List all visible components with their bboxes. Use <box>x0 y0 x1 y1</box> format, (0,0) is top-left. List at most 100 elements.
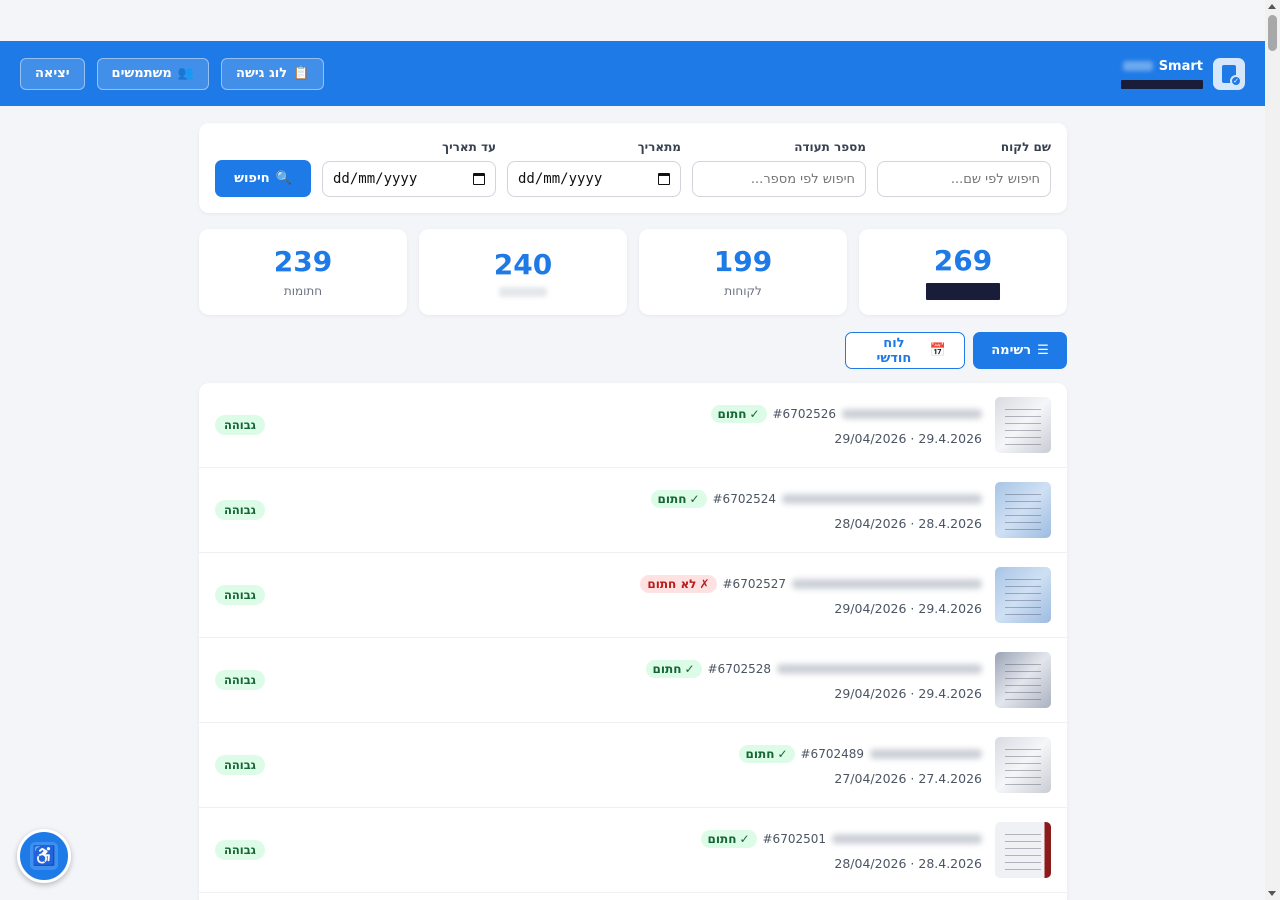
document-header: #6702524 ✓ חתום <box>650 489 982 508</box>
filter-panel: שם לקוח מספר תעודה מתאריך dd/mm/yyyy עד … <box>199 123 1067 213</box>
stat-label: לקוחות <box>724 283 762 298</box>
calendar-icon[interactable] <box>658 173 670 185</box>
status-badge: ✓ חתום <box>650 489 707 508</box>
check-icon: ✓ <box>739 831 750 846</box>
document-info: #6702524 ✓ חתום 28.4.2026 · 28/04/2026 <box>650 489 982 531</box>
scroll-down-arrow-icon[interactable] <box>1268 891 1276 896</box>
customer-name-blurred <box>777 663 982 674</box>
document-number: #6702524 <box>712 491 777 506</box>
document-thumbnail[interactable] <box>995 567 1051 623</box>
document-thumbnail[interactable] <box>995 482 1051 538</box>
view-toggle: ☰ רשימה 📅 לוח חודשי <box>199 332 1067 369</box>
from-date-input[interactable]: dd/mm/yyyy <box>507 161 681 197</box>
stat-value: 199 <box>713 244 773 278</box>
status-badge: ✓ חתום <box>738 744 795 763</box>
list-item[interactable]: #6702526 ✓ חתום 29.4.2026 · 29/04/2026 גב… <box>199 383 1067 468</box>
scroll-thumb[interactable] <box>1268 15 1277 51</box>
document-thumbnail[interactable] <box>995 737 1051 793</box>
list-item[interactable]: #6702527 ✗ לא חתום 29.4.2026 · 29/04/2026… <box>199 553 1067 638</box>
calendar-view-button[interactable]: 📅 לוח חודשי <box>845 332 965 369</box>
users-icon: 👥 <box>177 66 195 81</box>
header-actions: יציאה 👥 משתמשים 📋 לוג גישה <box>20 57 325 90</box>
document-check-icon: ✓ <box>1213 57 1245 90</box>
document-info: #6702528 ✓ חתום 29.4.2026 · 29/04/2026 <box>645 659 982 701</box>
customer-name-input[interactable] <box>877 161 1051 197</box>
list-item[interactable]: #6702524 ✓ חתום 28.4.2026 · 28/04/2026 גב… <box>199 468 1067 553</box>
to-date-label: עד תאריך <box>442 140 496 154</box>
list-item[interactable]: #6702501 ✓ חתום 28.4.2026 · 28/04/2026 גב… <box>199 808 1067 893</box>
document-number: #6702489 <box>800 746 865 761</box>
doc-number-input[interactable] <box>692 161 866 197</box>
access-log-button[interactable]: 📋 לוג גישה <box>221 57 325 90</box>
document-number: #6702528 <box>707 661 772 676</box>
list-item[interactable]: #6702489 ✓ חתום 27.4.2026 · 27/04/2026 גב… <box>199 723 1067 808</box>
brand-subtitle-redacted <box>1121 79 1203 89</box>
priority-badge: גבוהה <box>215 500 265 520</box>
document-thumbnail[interactable] <box>995 822 1051 878</box>
brand-name-blurred <box>1122 61 1153 71</box>
users-button[interactable]: 👥 משתמשים <box>96 57 210 90</box>
priority-badge: גבוהה <box>215 585 265 605</box>
stat-value: 240 <box>493 247 553 281</box>
list-view-label: רשימה <box>991 343 1032 358</box>
stat-card-signed: 239 חתומות <box>199 229 407 315</box>
document-number: #6702527 <box>722 576 787 591</box>
document-info: #6702526 ✓ חתום 29.4.2026 · 29/04/2026 <box>710 404 982 446</box>
calendar-view-label: לוח חודשי <box>876 335 912 366</box>
access-log-label: לוג גישה <box>236 66 288 81</box>
scrollbar[interactable] <box>1265 0 1280 900</box>
clipboard-icon: 📋 <box>293 66 310 81</box>
check-icon: ✓ <box>689 491 700 506</box>
status-badge-text: חתום <box>657 491 687 506</box>
document-date: 28.4.2026 · 28/04/2026 <box>834 515 982 531</box>
document-header: #6702489 ✓ חתום <box>738 744 982 763</box>
stat-card-total: 269 <box>859 229 1067 315</box>
logout-button[interactable]: יציאה <box>20 57 85 90</box>
search-button[interactable]: 🔍 חיפוש <box>215 160 311 197</box>
document-thumbnail[interactable] <box>995 397 1051 453</box>
list-view-button[interactable]: ☰ רשימה <box>973 332 1067 369</box>
document-header: #6702527 ✗ לא חתום <box>640 574 982 593</box>
stat-value: 269 <box>933 244 993 277</box>
document-date: 28.4.2026 · 28/04/2026 <box>834 855 982 871</box>
top-strip <box>0 0 1280 41</box>
status-badge: ✗ לא חתום <box>640 574 717 593</box>
priority-badge: גבוהה <box>215 415 265 435</box>
doc-number-label: מספר תעודה <box>794 140 866 154</box>
status-badge: ✓ חתום <box>700 829 757 848</box>
logout-label: יציאה <box>35 66 70 81</box>
status-badge-text: חתום <box>745 746 775 761</box>
accessibility-icon: ♿ <box>30 842 58 870</box>
status-badge-text: חתום <box>717 406 747 421</box>
from-date-filter: מתאריך dd/mm/yyyy <box>507 140 681 197</box>
customer-name-blurred <box>832 833 982 844</box>
stat-label: חתומות <box>283 283 323 298</box>
check-icon: ✓ <box>749 406 760 421</box>
status-badge-text: חתום <box>652 661 682 676</box>
from-date-value: dd/mm/yyyy <box>518 171 603 187</box>
document-info: #6702501 ✓ חתום 28.4.2026 · 28/04/2026 <box>700 829 982 871</box>
check-icon: ✓ <box>684 661 695 676</box>
customer-name-blurred <box>842 408 982 419</box>
customer-name-filter: שם לקוח <box>877 140 1051 197</box>
to-date-value: dd/mm/yyyy <box>333 171 418 187</box>
status-badge-text: חתום <box>707 831 737 846</box>
accessibility-button[interactable]: ♿ <box>17 829 71 883</box>
document-number: #6702526 <box>772 406 837 421</box>
status-badge: ✓ חתום <box>710 404 767 423</box>
to-date-input[interactable]: dd/mm/yyyy <box>322 161 496 197</box>
document-header: #6702526 ✓ חתום <box>710 404 982 423</box>
documents-list: #6702526 ✓ חתום 29.4.2026 · 29/04/2026 גב… <box>199 383 1067 900</box>
stat-label-redacted <box>926 283 1000 300</box>
search-icon: 🔍 <box>275 171 292 186</box>
document-date: 27.4.2026 · 27/04/2026 <box>834 770 982 786</box>
calendar-icon[interactable] <box>473 173 485 185</box>
document-date: 29.4.2026 · 29/04/2026 <box>834 600 982 616</box>
document-number: #6702501 <box>762 831 827 846</box>
stat-card-blurred: 240 <box>419 229 627 315</box>
document-thumbnail[interactable] <box>995 652 1051 708</box>
stat-value: 239 <box>273 244 333 278</box>
document-info: #6702489 ✓ חתום 27.4.2026 · 27/04/2026 <box>738 744 982 786</box>
scroll-up-arrow-icon[interactable] <box>1268 4 1276 9</box>
list-item[interactable]: #6702528 ✓ חתום 29.4.2026 · 29/04/2026 גב… <box>199 638 1067 723</box>
